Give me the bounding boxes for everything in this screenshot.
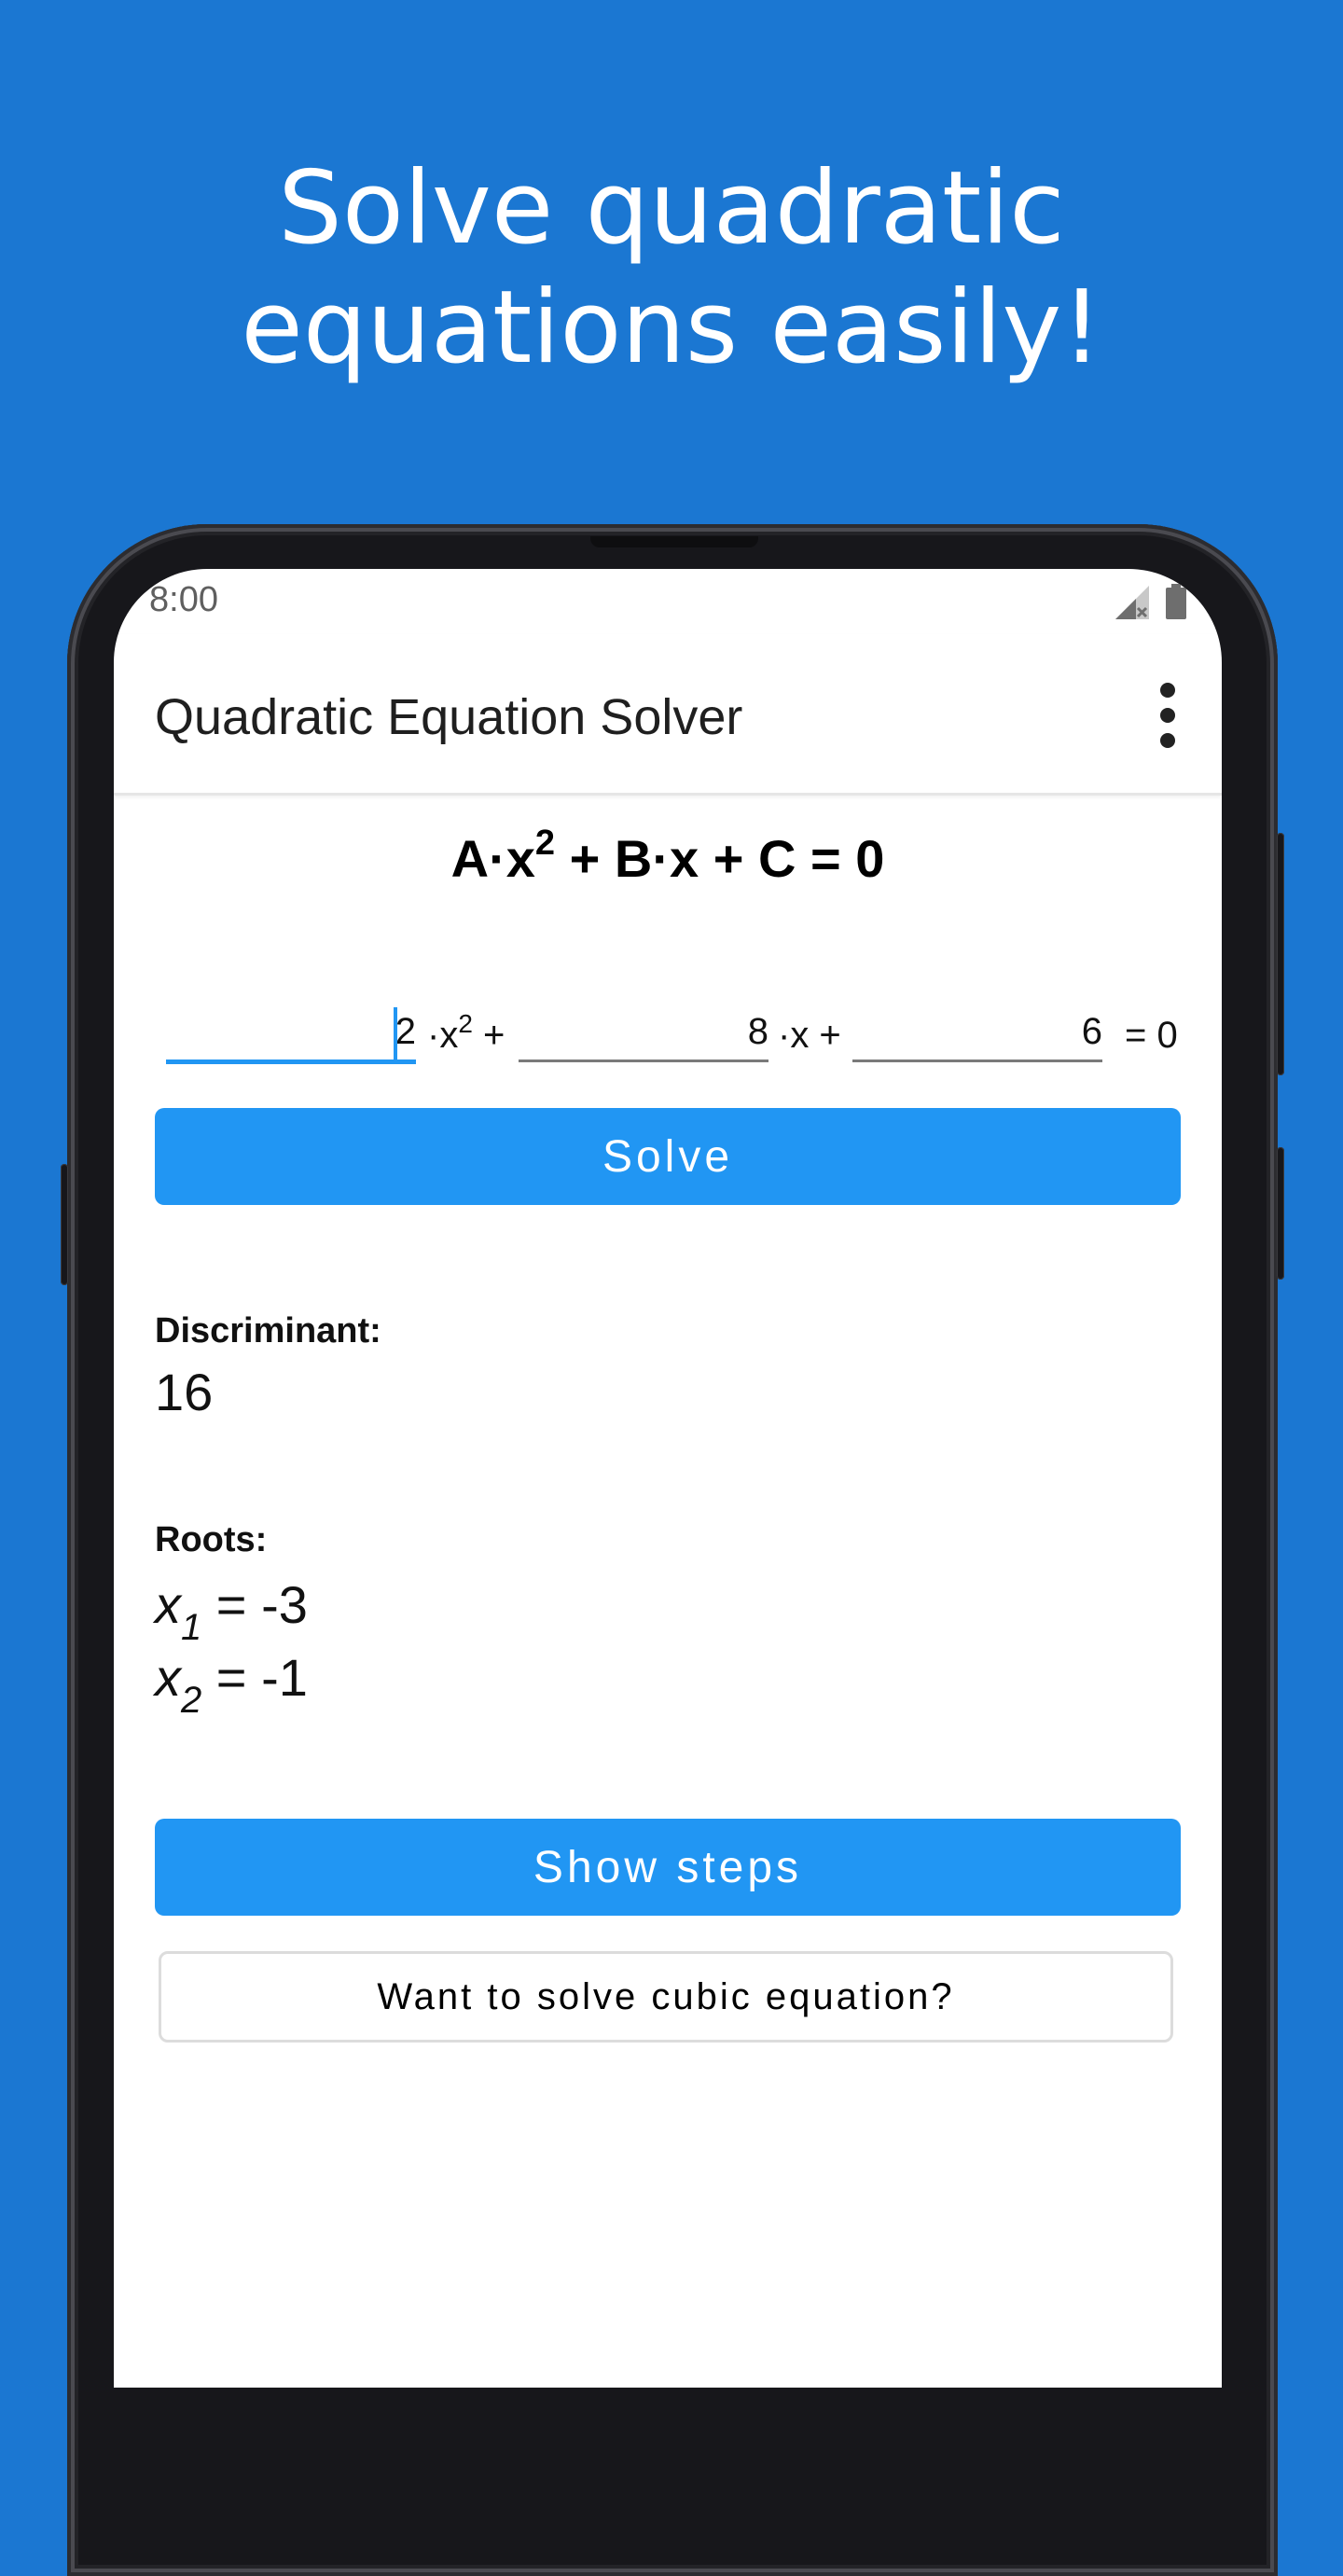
phone-side-button	[1277, 1147, 1284, 1280]
root-var: x	[155, 1575, 181, 1634]
term-x-squared-label: ·x2 +	[427, 1011, 505, 1057]
discriminant-value: 16	[155, 1363, 214, 1421]
signal-no-service-icon	[1115, 586, 1149, 619]
general-equation-formula: A·x2 + B·x + C = 0	[114, 825, 1222, 889]
roots-label: Roots:	[155, 1520, 268, 1559]
status-time: 8:00	[149, 580, 218, 619]
formula-a: A	[450, 829, 490, 888]
menu-dot	[1160, 708, 1175, 723]
menu-dot	[1160, 733, 1175, 748]
term-x-label: ·x +	[778, 1015, 841, 1056]
root-index: 1	[181, 1607, 202, 1648]
formula-dot: ·	[652, 829, 670, 888]
root-value: = -3	[201, 1575, 308, 1634]
promo-headline: Solve quadratic equations easily!	[0, 149, 1343, 388]
phone-speaker-notch	[590, 536, 758, 547]
formula-dot: ·	[489, 829, 506, 888]
root-index: 2	[181, 1680, 202, 1721]
show-steps-button[interactable]: Show steps	[155, 1819, 1181, 1916]
cubic-equation-button[interactable]: Want to solve cubic equation?	[159, 1951, 1173, 2043]
root-x2: x2 = -1	[155, 1647, 308, 1719]
root-var: x	[155, 1648, 181, 1707]
app-bar: Quadratic Equation Solver	[114, 634, 1222, 796]
formula-b: B	[614, 829, 653, 888]
promo-headline-line2: equations easily!	[241, 270, 1102, 386]
phone-volume-button	[61, 1164, 68, 1285]
formula-c: C	[757, 829, 796, 888]
battery-icon	[1166, 584, 1186, 619]
a-suffix: ·x	[427, 1015, 459, 1056]
a-plus: +	[483, 1015, 505, 1056]
text-caret	[394, 1007, 397, 1061]
coefficient-a-input[interactable]	[166, 1004, 416, 1064]
status-icons	[1115, 584, 1186, 619]
formula-exponent: 2	[534, 824, 556, 863]
coefficient-b-input[interactable]	[519, 1004, 768, 1062]
discriminant-label: Discriminant:	[155, 1311, 381, 1350]
phone-power-button	[1277, 833, 1284, 1075]
root-x1: x1 = -3	[155, 1574, 308, 1646]
formula-plus: +	[569, 829, 601, 888]
equals-zero-label: = 0	[1125, 1015, 1178, 1056]
formula-x: x	[505, 829, 535, 888]
app-title: Quadratic Equation Solver	[155, 689, 743, 745]
root-value: = -1	[201, 1648, 308, 1707]
formula-plus: +	[713, 829, 744, 888]
a-exponent: 2	[458, 1009, 473, 1038]
solve-button[interactable]: Solve	[155, 1108, 1181, 1205]
formula-x: x	[669, 829, 699, 888]
promo-headline-line1: Solve quadratic	[278, 150, 1065, 267]
app-screen: 8:00 Quadratic Equation Solver A·x2 + B·…	[114, 569, 1222, 2388]
more-vert-icon[interactable]	[1156, 683, 1179, 748]
status-bar: 8:00	[114, 569, 1222, 634]
coefficient-c-input[interactable]	[852, 1004, 1102, 1062]
formula-equals-zero: = 0	[810, 829, 885, 888]
menu-dot	[1160, 683, 1175, 698]
